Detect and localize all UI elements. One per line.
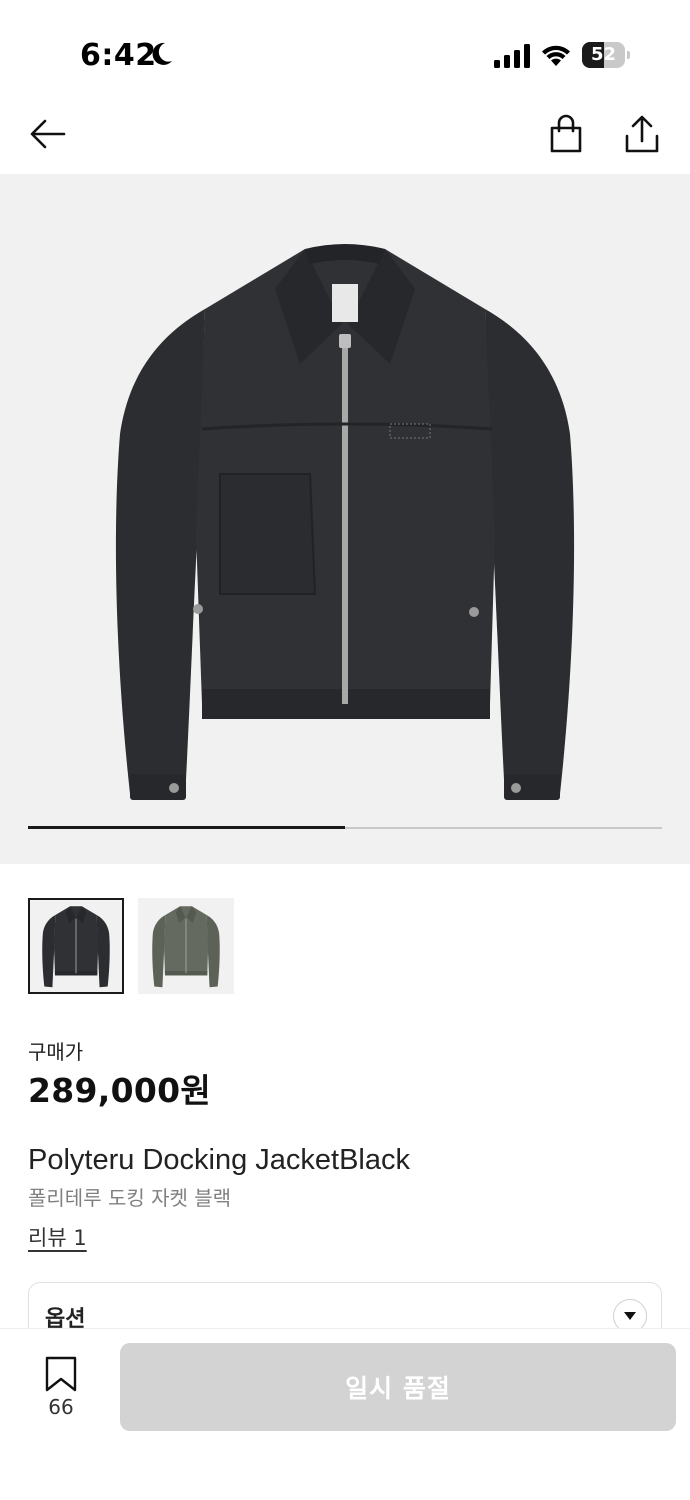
carousel-progress-fill [28, 826, 345, 829]
battery-icon: 52 [582, 42, 630, 68]
bookmark-icon [45, 1356, 77, 1392]
thumbnail-strip [28, 898, 234, 994]
signal-icon [494, 44, 530, 68]
product-image-black-jacket [115, 244, 575, 800]
product-name-korean: 폴리테루 도킹 자켓 블랙 [28, 1186, 232, 1210]
status-bar: 6:42 52 [0, 0, 690, 110]
chevron-down-icon [624, 1312, 636, 1320]
nav-bar [0, 110, 690, 174]
price: 289,000원 [28, 1071, 212, 1110]
price-label: 구매가 [28, 1040, 84, 1064]
shopping-bag-icon [550, 114, 582, 153]
wishlist-count: 66 [48, 1395, 74, 1419]
sold-out-button[interactable]: 일시 품절 [120, 1343, 676, 1431]
thumbnail-black[interactable] [28, 898, 124, 994]
moon-icon [152, 42, 172, 65]
status-time: 6:42 [80, 38, 157, 73]
carousel-progress [28, 826, 662, 829]
review-link[interactable]: 리뷰 1 [28, 1222, 87, 1252]
wifi-icon [542, 45, 570, 66]
shopping-bag-button[interactable] [542, 110, 590, 158]
bottom-action-bar: 66 일시 품절 [0, 1328, 690, 1500]
share-button[interactable] [618, 110, 666, 158]
thumbnail-khaki[interactable] [138, 898, 234, 994]
thumbnail-black-jacket-image [42, 906, 110, 988]
wishlist-button[interactable]: 66 [28, 1351, 94, 1425]
product-image-carousel[interactable] [0, 174, 690, 864]
share-icon [625, 115, 659, 153]
thumbnail-khaki-jacket-image [152, 906, 220, 988]
battery-percent: 52 [590, 44, 617, 65]
product-name: Polyteru Docking JacketBlack [28, 1144, 410, 1176]
back-arrow-icon [30, 119, 66, 149]
back-button[interactable] [24, 110, 72, 158]
